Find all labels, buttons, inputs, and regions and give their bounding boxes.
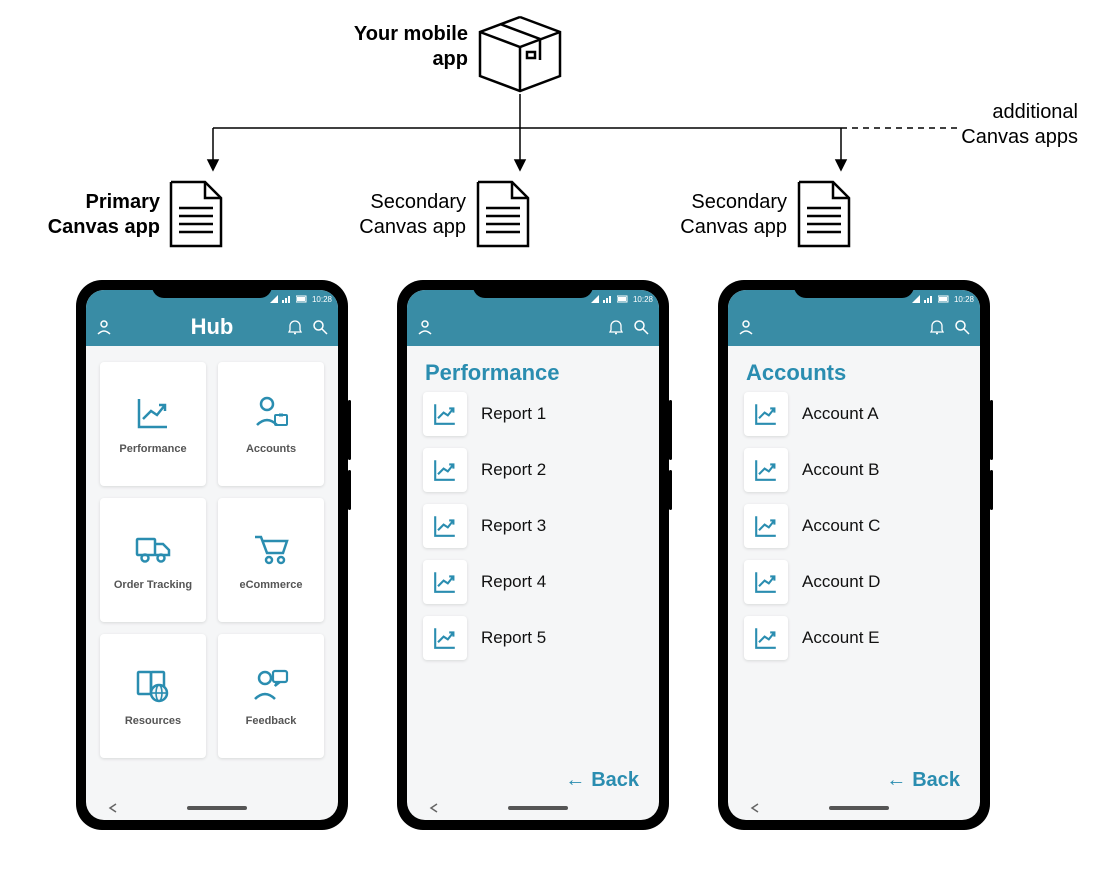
phone-accounts: 10:28 Accounts Account A Account B Accou… — [718, 280, 990, 830]
hub-tile-label: Resources — [125, 715, 181, 727]
search-icon[interactable] — [954, 319, 970, 335]
user-icon[interactable] — [96, 319, 112, 335]
bell-icon[interactable] — [609, 319, 623, 335]
android-nav — [407, 796, 659, 820]
hub-tile-label: Feedback — [246, 715, 297, 727]
list-item[interactable]: Report 2 — [423, 448, 643, 492]
phone-performance: 10:28 Performance Report 1 Report 2 Repo… — [397, 280, 669, 830]
chart-icon — [744, 560, 788, 604]
list-item[interactable]: Report 1 — [423, 392, 643, 436]
hub-tile-label: Accounts — [246, 443, 296, 455]
list-item[interactable]: Account D — [744, 560, 964, 604]
chart-icon — [423, 504, 467, 548]
hub-tile-label: eCommerce — [240, 579, 303, 591]
user-icon[interactable] — [738, 319, 754, 335]
truck-icon — [133, 529, 173, 569]
document-icon-secondary-2 — [795, 178, 853, 250]
list-item-label: Report 2 — [481, 460, 546, 480]
status-time: 10:28 — [633, 295, 653, 304]
hub-tile-label: Performance — [119, 443, 186, 455]
list-item[interactable]: Report 5 — [423, 616, 643, 660]
book-globe-icon — [133, 665, 173, 705]
secondary-canvas-2-label: SecondaryCanvas app — [667, 190, 787, 240]
list-item[interactable]: Account A — [744, 392, 964, 436]
list-item-label: Report 1 — [481, 404, 546, 424]
primary-canvas-label: PrimaryCanvas app — [36, 190, 160, 240]
search-icon[interactable] — [312, 319, 328, 335]
chart-icon — [133, 393, 173, 433]
connector-lines — [0, 0, 1103, 320]
chart-icon — [744, 448, 788, 492]
app-header — [407, 308, 659, 346]
list-item-label: Account D — [802, 572, 880, 592]
hub-tile-ecommerce[interactable]: eCommerce — [218, 498, 324, 622]
chart-icon — [744, 616, 788, 660]
app-header — [728, 308, 980, 346]
chart-icon — [423, 448, 467, 492]
document-icon-primary — [167, 178, 225, 250]
cart-icon — [251, 529, 291, 569]
person-chat-icon — [251, 665, 291, 705]
bell-icon[interactable] — [930, 319, 944, 335]
list-item-label: Account A — [802, 404, 879, 424]
status-time: 10:28 — [954, 295, 974, 304]
chart-icon — [423, 560, 467, 604]
bell-icon[interactable] — [288, 319, 302, 335]
additional-apps-label: additionalCanvas apps — [960, 100, 1078, 150]
hub-tile-accounts[interactable]: Accounts — [218, 362, 324, 486]
document-icon-secondary-1 — [474, 178, 532, 250]
list-item[interactable]: Report 3 — [423, 504, 643, 548]
chart-icon — [744, 392, 788, 436]
hub-tile-resources[interactable]: Resources — [100, 634, 206, 758]
secondary-canvas-1-label: SecondaryCanvas app — [346, 190, 466, 240]
arrow-left-icon: ← — [886, 769, 906, 792]
list-item-label: Account B — [802, 460, 880, 480]
user-icon[interactable] — [417, 319, 433, 335]
phone-hub: 10:28 Hub Performance Accounts Order Tra… — [76, 280, 348, 830]
app-header: Hub — [86, 308, 338, 346]
search-icon[interactable] — [633, 319, 649, 335]
arrow-left-icon: ← — [565, 769, 585, 792]
hub-tile-order-tracking[interactable]: Order Tracking — [100, 498, 206, 622]
status-time: 10:28 — [312, 295, 332, 304]
chart-icon — [744, 504, 788, 548]
list-item-label: Report 3 — [481, 516, 546, 536]
list-item[interactable]: Account B — [744, 448, 964, 492]
android-nav — [728, 796, 980, 820]
back-button[interactable]: ← Back — [565, 769, 639, 792]
list-item-label: Report 4 — [481, 572, 546, 592]
android-nav — [86, 796, 338, 820]
chart-icon — [423, 616, 467, 660]
list-item-label: Account E — [802, 628, 880, 648]
app-title: Hub — [191, 314, 234, 340]
person-briefcase-icon — [251, 393, 291, 433]
hub-tile-label: Order Tracking — [114, 579, 192, 591]
list-item[interactable]: Report 4 — [423, 560, 643, 604]
list-item[interactable]: Account E — [744, 616, 964, 660]
section-title: Performance — [407, 346, 659, 392]
section-title: Accounts — [728, 346, 980, 392]
list-item[interactable]: Account C — [744, 504, 964, 548]
back-button[interactable]: ← Back — [886, 769, 960, 792]
list-item-label: Report 5 — [481, 628, 546, 648]
hub-tile-feedback[interactable]: Feedback — [218, 634, 324, 758]
chart-icon — [423, 392, 467, 436]
hub-tile-performance[interactable]: Performance — [100, 362, 206, 486]
list-item-label: Account C — [802, 516, 880, 536]
